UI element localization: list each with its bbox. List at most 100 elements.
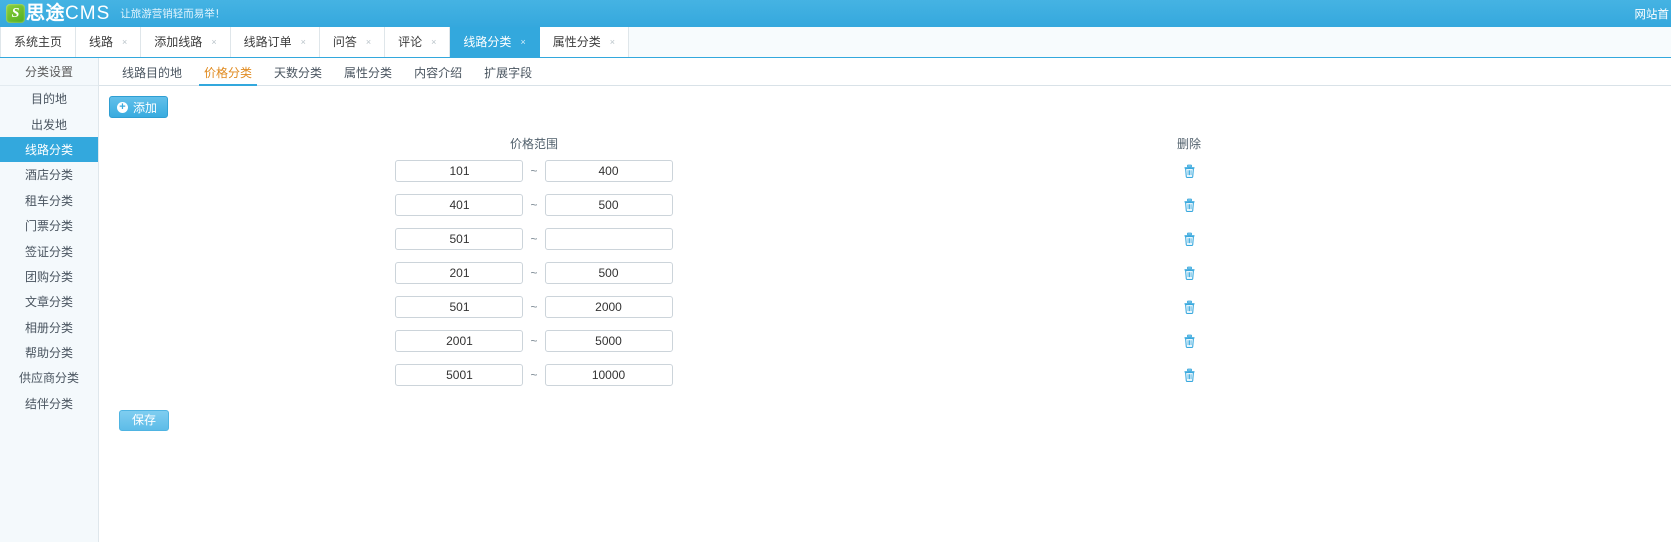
sidebar-item-3[interactable]: 酒店分类 (0, 162, 98, 187)
range-separator: ~ (530, 198, 538, 212)
price-min-input[interactable] (395, 194, 524, 216)
close-icon[interactable]: × (211, 37, 216, 47)
header-cell-range: 价格范围 (99, 135, 969, 152)
sub-tab-bar: 线路目的地 价格分类 天数分类 属性分类 内容介绍 扩展字段 (99, 58, 1671, 86)
plus-circle-icon: + (117, 101, 128, 113)
sidebar-item-11[interactable]: 供应商分类 (0, 365, 98, 390)
main-tab-label: 线路分类 (463, 35, 512, 49)
trash-icon[interactable] (1183, 300, 1196, 314)
close-icon[interactable]: × (610, 37, 615, 47)
trash-icon[interactable] (1183, 198, 1196, 212)
range-separator: ~ (530, 334, 538, 348)
range-separator: ~ (530, 368, 538, 382)
save-button[interactable]: 保存 (119, 410, 170, 431)
main-tab-1[interactable]: 线路 × (76, 27, 142, 57)
site-home-link[interactable]: 网站首 (1635, 0, 1671, 27)
range-separator: ~ (530, 300, 538, 314)
cell-delete (969, 198, 1409, 212)
sub-tab-3[interactable]: 属性分类 (333, 67, 403, 85)
price-min-input[interactable] (395, 262, 524, 284)
main-tab-7[interactable]: 属性分类 × (539, 27, 629, 57)
header-cell-delete: 删除 (969, 135, 1409, 152)
brand-slogan: 让旅游营销轻而易举！ (120, 8, 226, 20)
price-min-input[interactable] (395, 296, 524, 318)
sidebar-item-5[interactable]: 门票分类 (0, 213, 98, 238)
trash-icon[interactable] (1183, 164, 1196, 178)
price-min-input[interactable] (395, 330, 524, 352)
sub-tab-2[interactable]: 天数分类 (263, 67, 333, 85)
add-button-label: 添加 (133, 100, 158, 115)
price-max-input[interactable] (544, 296, 673, 318)
close-icon[interactable]: × (520, 37, 525, 47)
close-icon[interactable]: × (366, 37, 371, 47)
sidebar-item-6[interactable]: 签证分类 (0, 238, 98, 263)
cell-price-range: ~ (99, 262, 969, 284)
trash-icon[interactable] (1183, 266, 1196, 280)
cell-price-range: ~ (99, 296, 969, 318)
cell-price-range: ~ (99, 194, 969, 216)
logo-text: 思途CMS (26, 4, 110, 23)
table-row: ~ (99, 324, 1671, 358)
trash-icon[interactable] (1183, 368, 1196, 382)
sidebar-item-8[interactable]: 文章分类 (0, 289, 98, 314)
sidebar-item-10[interactable]: 帮助分类 (0, 340, 98, 365)
price-max-input[interactable] (544, 330, 673, 352)
sidebar-item-9[interactable]: 相册分类 (0, 315, 98, 340)
content-area: 线路目的地价格分类天数分类属性分类内容介绍扩展字段 + 添加 价格范围 删除 ~… (99, 58, 1671, 542)
main-tab-bar: 系统主页 线路 × 添加线路 × 线路订单 × 问答 × 评论 × 线路分类 × 属性分类 × (0, 27, 1671, 58)
trash-icon[interactable] (1183, 334, 1196, 348)
price-max-input[interactable] (544, 194, 673, 216)
price-min-input[interactable] (395, 364, 524, 386)
price-min-input[interactable] (395, 160, 524, 182)
sidebar-item-list: 目的地 出发地 线路分类 酒店分类 租车分类 门票分类 签证分类 团购分类 文章分类 相册分类 帮助… (0, 86, 98, 416)
price-min-input[interactable] (395, 228, 524, 250)
main-tab-label: 线路 (89, 35, 114, 49)
main-tab-2[interactable]: 添加线路 × (141, 27, 231, 57)
cell-delete (969, 266, 1409, 280)
close-icon[interactable]: × (431, 37, 436, 47)
sub-tab-0[interactable]: 线路目的地 (111, 67, 193, 85)
header-range-label: 价格范围 (509, 136, 558, 151)
sidebar: 分类设置 目的地 出发地 线路分类 酒店分类 租车分类 门票分类 签证分类 团购分类 文章分类相… (0, 58, 99, 542)
cell-price-range: ~ (99, 160, 969, 182)
sidebar-item-4[interactable]: 租车分类 (0, 188, 98, 213)
table-header-row: 价格范围 删除 (99, 132, 1671, 154)
logo[interactable]: S 思途CMS (6, 0, 110, 27)
range-separator: ~ (530, 232, 538, 246)
logo-s-icon: S (6, 4, 25, 23)
main-tab-6[interactable]: 线路分类 × (450, 27, 540, 57)
close-icon[interactable]: × (301, 37, 306, 47)
sub-tab-4[interactable]: 内容介绍 (403, 67, 473, 85)
main-tab-4[interactable]: 问答 × (319, 27, 386, 57)
cell-delete (969, 300, 1409, 314)
price-range-table: 价格范围 删除 ~ ~ ~ ~ ~ ~ ~ (99, 132, 1671, 392)
cell-delete (969, 164, 1409, 178)
add-button[interactable]: + 添加 (109, 96, 169, 118)
header-delete-label: 删除 (1176, 136, 1201, 151)
sidebar-item-0[interactable]: 目的地 (0, 86, 98, 111)
sidebar-title: 分类设置 (0, 58, 98, 86)
sidebar-item-7[interactable]: 团购分类 (0, 264, 98, 289)
price-max-input[interactable] (544, 364, 673, 386)
main-tab-label: 属性分类 (552, 35, 601, 49)
toolbar: + 添加 (99, 86, 1671, 118)
table-row: ~ (99, 256, 1671, 290)
cell-delete (969, 368, 1409, 382)
trash-icon[interactable] (1183, 232, 1196, 246)
main-tab-0[interactable]: 系统主页 (0, 27, 77, 57)
sidebar-item-12[interactable]: 结伴分类 (0, 391, 98, 416)
sidebar-item-2[interactable]: 线路分类 (0, 136, 98, 163)
cell-price-range: ~ (99, 228, 969, 250)
cell-delete (969, 334, 1409, 348)
close-icon[interactable]: × (122, 37, 127, 47)
price-max-input[interactable] (544, 160, 673, 182)
table-row: ~ (99, 154, 1671, 188)
price-max-input[interactable] (544, 262, 673, 284)
sidebar-item-1[interactable]: 出发地 (0, 111, 98, 136)
cell-price-range: ~ (99, 364, 969, 386)
sub-tab-5[interactable]: 扩展字段 (473, 67, 543, 85)
price-max-input[interactable] (544, 228, 673, 250)
main-tab-3[interactable]: 线路订单 × (230, 27, 320, 57)
main-tab-5[interactable]: 评论 × (385, 27, 451, 57)
sub-tab-1[interactable]: 价格分类 (193, 67, 263, 86)
